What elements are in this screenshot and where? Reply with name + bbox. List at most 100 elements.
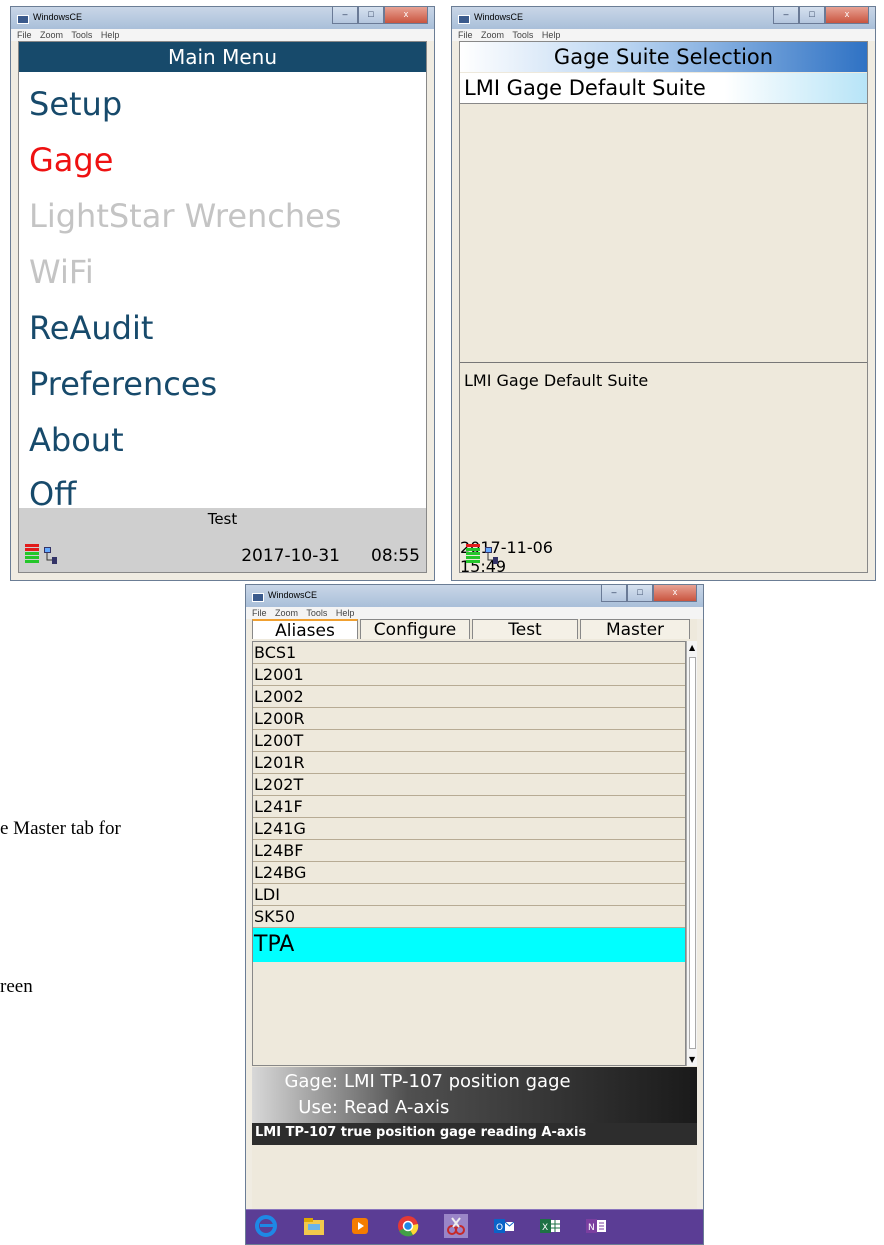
menu-help[interactable]: Help bbox=[542, 30, 561, 40]
close-button[interactable]: x bbox=[825, 7, 869, 24]
chrome-icon[interactable] bbox=[396, 1214, 420, 1238]
tab-aliases[interactable]: Aliases bbox=[252, 619, 358, 641]
snipping-tool-icon[interactable] bbox=[444, 1214, 468, 1238]
window-title: WindowsCE bbox=[474, 12, 524, 22]
battery-icon bbox=[25, 544, 39, 566]
date-display: 2017-11-06 bbox=[460, 538, 553, 557]
status-bar: Test 2017-10-31 08:55 bbox=[19, 508, 426, 572]
document-text-fragment: e Master tab for bbox=[0, 818, 121, 839]
tab-master[interactable]: Master bbox=[580, 619, 690, 640]
window-title: WindowsCE bbox=[268, 590, 318, 600]
list-item-selected[interactable]: TPA bbox=[253, 928, 685, 962]
menu-bar: File Zoom Tools Help bbox=[11, 29, 434, 41]
app-icon bbox=[17, 15, 29, 24]
gage-suite-window: WindowsCE – □ x File Zoom Tools Help Gag… bbox=[451, 6, 876, 581]
excel-icon[interactable]: X bbox=[538, 1214, 562, 1238]
list-item[interactable]: BCS1 bbox=[253, 642, 685, 664]
menu-tools[interactable]: Tools bbox=[71, 30, 92, 40]
tab-bar: Aliases Configure Test Master bbox=[252, 619, 697, 641]
use-value: Read A-axis bbox=[344, 1097, 450, 1118]
minimize-button[interactable]: – bbox=[601, 585, 627, 602]
scroll-up-arrow-icon[interactable]: ▲ bbox=[689, 643, 695, 652]
menu-tools[interactable]: Tools bbox=[512, 30, 533, 40]
minimize-button[interactable]: – bbox=[332, 7, 358, 24]
list-item[interactable]: L241F bbox=[253, 796, 685, 818]
menu-zoom[interactable]: Zoom bbox=[275, 608, 298, 618]
app-icon bbox=[252, 593, 264, 602]
taskbar: O X N bbox=[246, 1209, 703, 1244]
menu-item-lightstar-wrenches: LightStar Wrenches bbox=[29, 197, 342, 235]
minimize-button[interactable]: – bbox=[773, 7, 799, 24]
gage-label: Gage: bbox=[284, 1071, 338, 1092]
page-title: Main Menu bbox=[19, 42, 426, 72]
maximize-button[interactable]: □ bbox=[799, 7, 825, 24]
suite-description: LMI Gage Default Suite bbox=[460, 362, 867, 538]
menu-help[interactable]: Help bbox=[336, 608, 355, 618]
list-item[interactable]: L24BG bbox=[253, 862, 685, 884]
menu-item-preferences[interactable]: Preferences bbox=[29, 364, 217, 404]
network-icon bbox=[485, 547, 498, 564]
svg-text:O: O bbox=[496, 1223, 503, 1233]
menu-item-reaudit[interactable]: ReAudit bbox=[29, 308, 153, 348]
menu-item-about[interactable]: About bbox=[29, 420, 124, 460]
use-label: Use: bbox=[298, 1097, 338, 1118]
file-explorer-icon[interactable] bbox=[302, 1214, 326, 1238]
title-bar: WindowsCE – □ x bbox=[11, 7, 434, 29]
internet-explorer-icon[interactable] bbox=[254, 1214, 278, 1238]
onenote-icon[interactable]: N bbox=[584, 1214, 608, 1238]
suite-list-item[interactable]: LMI Gage Default Suite bbox=[460, 73, 867, 104]
date-display: 2017-10-31 bbox=[241, 546, 340, 566]
menu-tools[interactable]: Tools bbox=[306, 608, 327, 618]
menu-item-gage[interactable]: Gage bbox=[29, 140, 113, 180]
scrollbar[interactable]: ▲ ▼ bbox=[686, 641, 697, 1066]
maximize-button[interactable]: □ bbox=[627, 585, 653, 602]
svg-text:X: X bbox=[542, 1223, 548, 1233]
main-menu-window: WindowsCE – □ x File Zoom Tools Help Mai… bbox=[10, 6, 435, 581]
menu-zoom[interactable]: Zoom bbox=[40, 30, 63, 40]
menu-zoom[interactable]: Zoom bbox=[481, 30, 504, 40]
gage-value: LMI TP-107 position gage bbox=[344, 1071, 571, 1092]
time-display: 08:55 bbox=[371, 546, 420, 566]
alias-info-panel: Gage: LMI TP-107 position gage Use: Read… bbox=[252, 1067, 697, 1123]
close-button[interactable]: x bbox=[384, 7, 428, 24]
menu-item-setup[interactable]: Setup bbox=[29, 84, 122, 124]
list-item[interactable]: L202T bbox=[253, 774, 685, 796]
title-bar: WindowsCE – □ x bbox=[452, 7, 875, 29]
list-item[interactable]: L24BF bbox=[253, 840, 685, 862]
scroll-down-arrow-icon[interactable]: ▼ bbox=[689, 1055, 695, 1064]
document-text-fragment: reen bbox=[0, 976, 33, 997]
status-bar: 2017-11-06 15:49 bbox=[460, 538, 867, 576]
tab-configure[interactable]: Configure bbox=[360, 619, 470, 640]
list-item[interactable]: L200R bbox=[253, 708, 685, 730]
maximize-button[interactable]: □ bbox=[358, 7, 384, 24]
title-bar: WindowsCE – □ x bbox=[246, 585, 703, 607]
media-player-icon[interactable] bbox=[348, 1214, 372, 1238]
menu-help[interactable]: Help bbox=[101, 30, 120, 40]
list-item[interactable]: L2002 bbox=[253, 686, 685, 708]
svg-text:N: N bbox=[588, 1223, 595, 1233]
battery-icon bbox=[466, 544, 480, 566]
tab-test[interactable]: Test bbox=[472, 619, 578, 640]
outlook-icon[interactable]: O bbox=[492, 1214, 516, 1238]
list-item[interactable]: SK50 bbox=[253, 906, 685, 928]
menu-file[interactable]: File bbox=[17, 30, 32, 40]
device-screen: Main Menu Setup Gage LightStar Wrenches … bbox=[18, 41, 427, 573]
list-item[interactable]: L241G bbox=[253, 818, 685, 840]
close-button[interactable]: x bbox=[653, 585, 697, 602]
menu-item-wifi: WiFi bbox=[29, 253, 94, 291]
time-display: 15:49 bbox=[460, 557, 507, 576]
alias-description: LMI TP-107 true position gage reading A-… bbox=[252, 1123, 697, 1145]
list-item[interactable]: L201R bbox=[253, 752, 685, 774]
network-icon bbox=[44, 547, 57, 564]
menu-file[interactable]: File bbox=[252, 608, 267, 618]
alias-list: BCS1 L2001 L2002 L200R L200T L201R L202T… bbox=[252, 641, 686, 1066]
status-label: Test bbox=[207, 510, 238, 528]
app-icon bbox=[458, 15, 470, 24]
page-title: Gage Suite Selection bbox=[460, 42, 867, 72]
list-item[interactable]: L200T bbox=[253, 730, 685, 752]
list-item[interactable]: LDI bbox=[253, 884, 685, 906]
menu-file[interactable]: File bbox=[458, 30, 473, 40]
list-item[interactable]: L2001 bbox=[253, 664, 685, 686]
scrollbar-thumb[interactable] bbox=[689, 657, 696, 1049]
device-screen: Gage Suite Selection LMI Gage Default Su… bbox=[459, 41, 868, 576]
